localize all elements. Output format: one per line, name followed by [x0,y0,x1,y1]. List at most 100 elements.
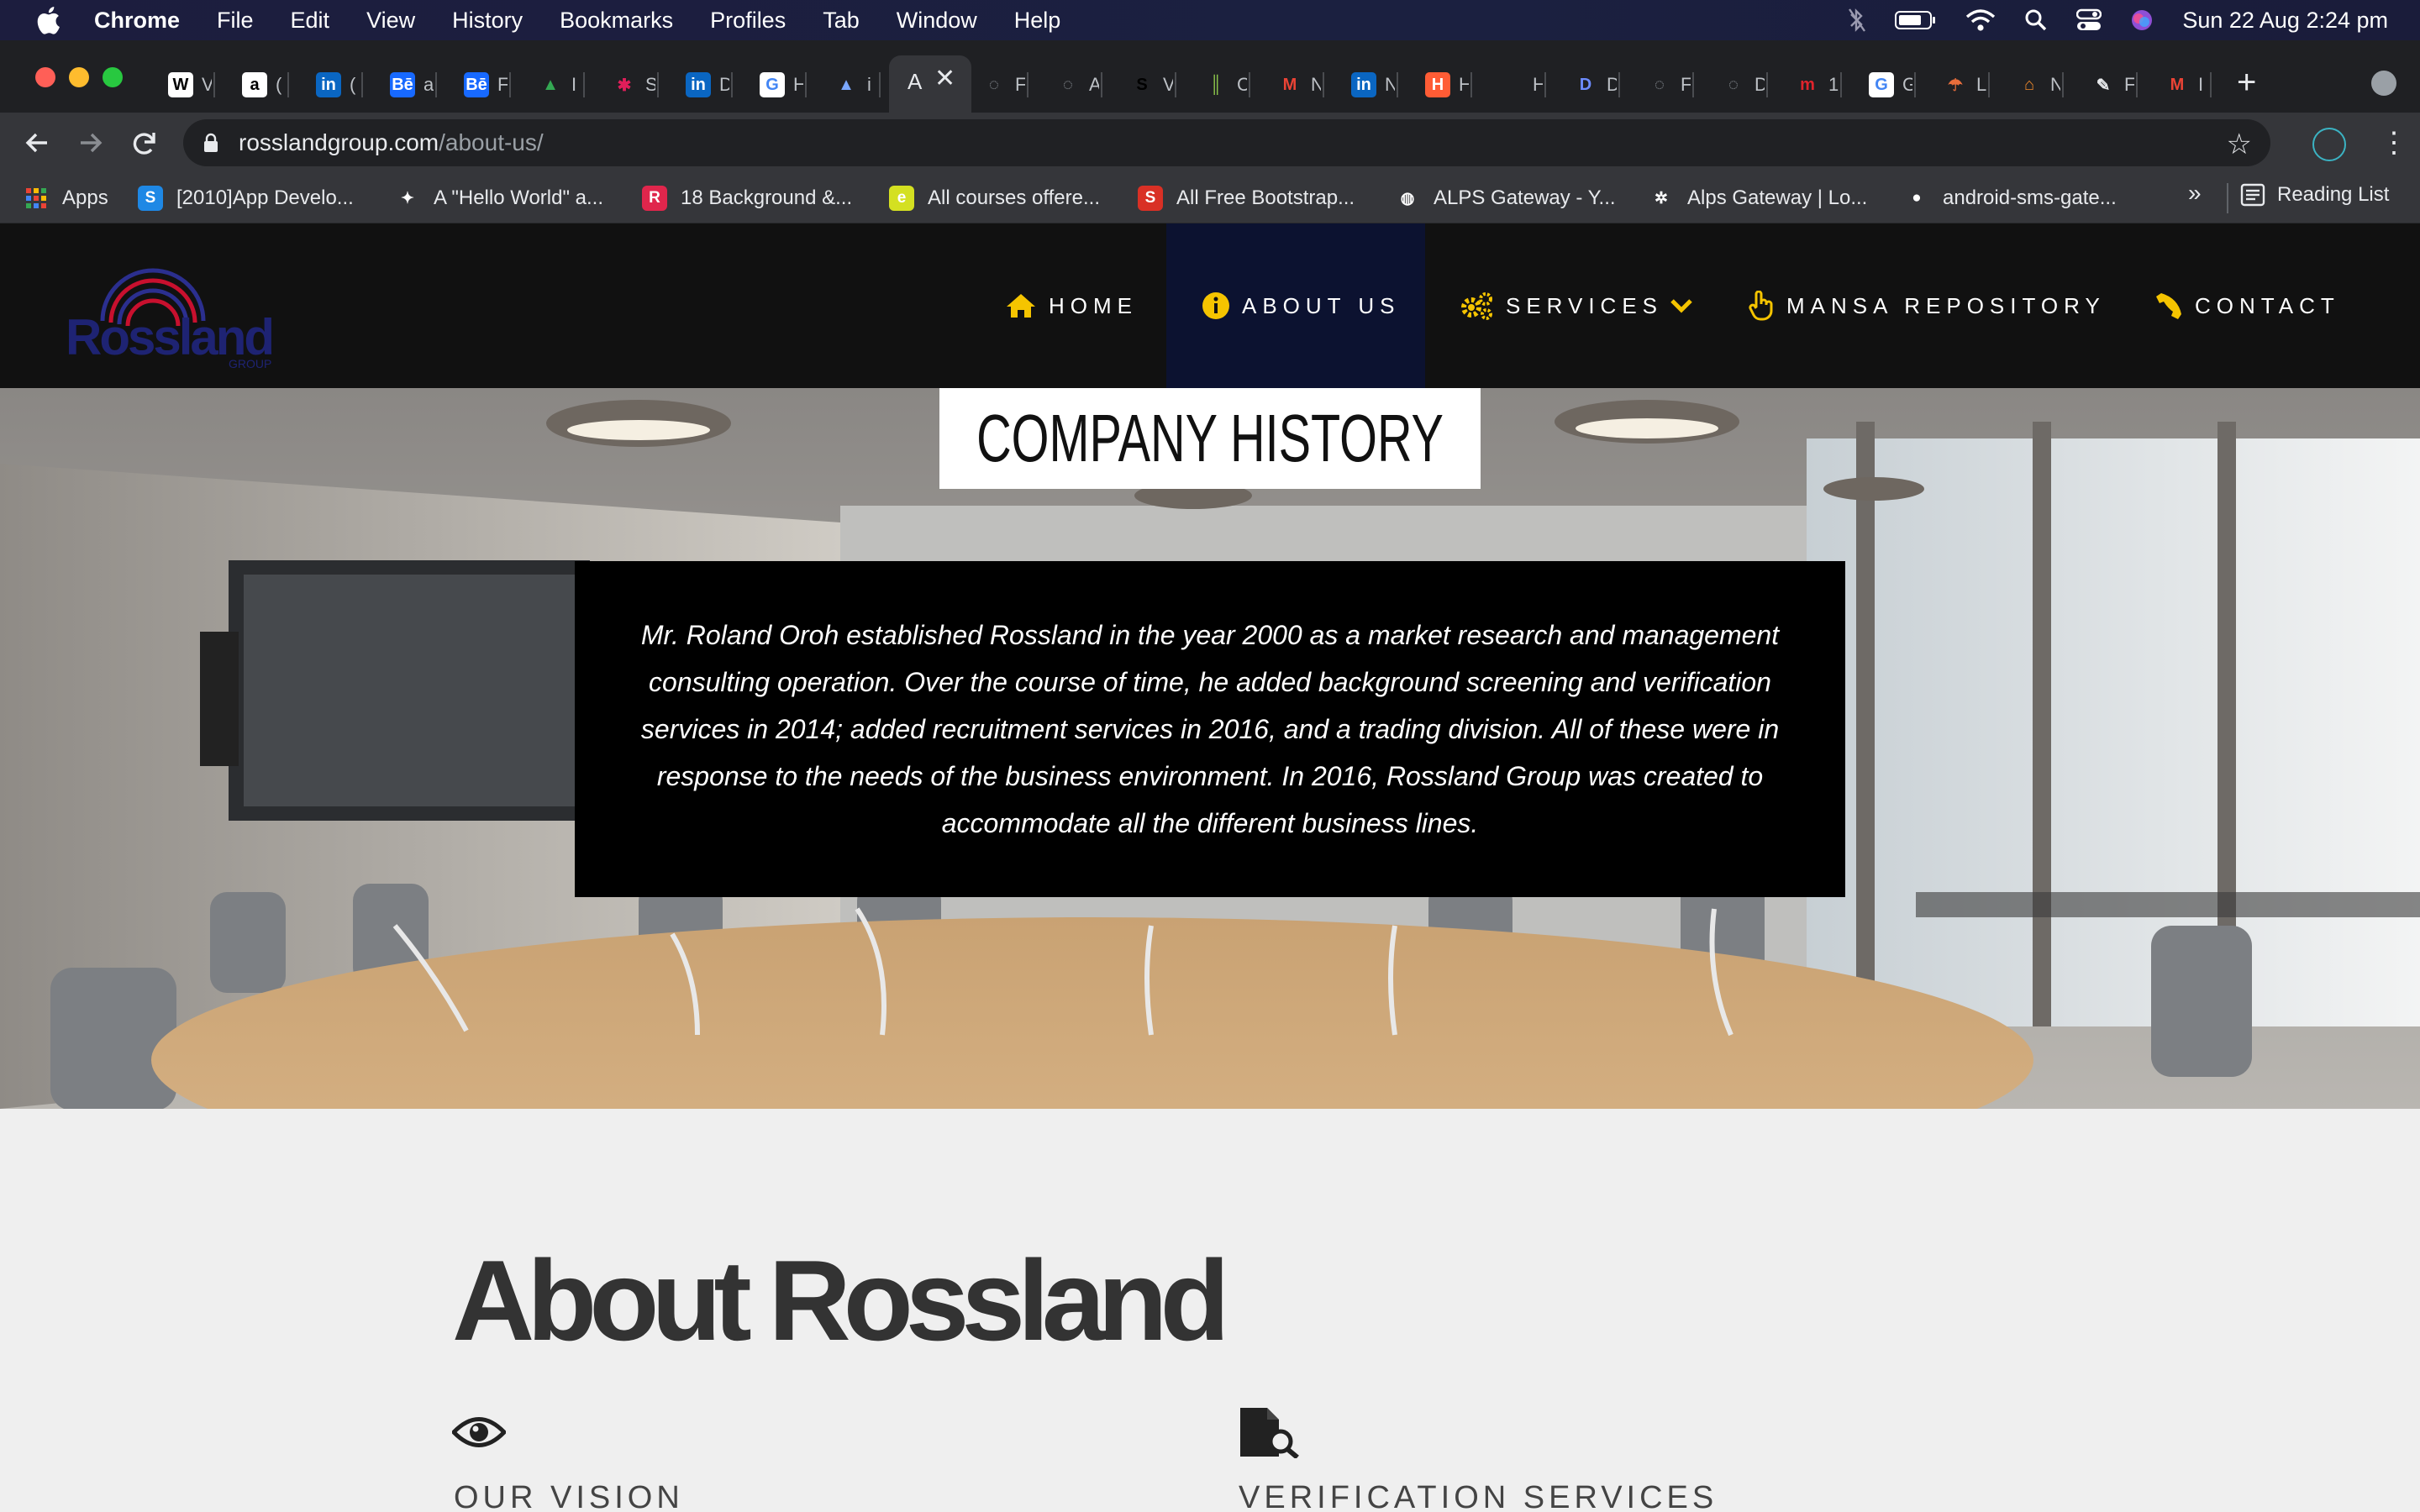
menu-history[interactable]: History [452,8,523,34]
menu-bookmarks[interactable]: Bookmarks [560,8,673,34]
menu-edit[interactable]: Edit [291,8,330,34]
menu-app-name[interactable]: Chrome [94,8,180,34]
tab-behance[interactable]: Bē a [390,62,437,108]
menu-profiles[interactable]: Profiles [710,8,786,34]
umbrella-icon: ☂ [1948,76,1963,95]
bookmark-star-icon[interactable]: ☆ [2227,128,2252,161]
tab-google[interactable]: GG [1869,62,1916,108]
tab-active[interactable]: A ✕ [889,55,971,113]
green-bars-icon: ║ [1209,75,1223,94]
bookmark-item[interactable]: S All Free Bootstrap... [1138,183,1355,213]
active-tab-title: A [908,69,923,94]
bookmark-item[interactable]: ✲ Alps Gateway | Lo... [1649,183,1867,213]
tab-gmail[interactable]: MI [2165,62,2212,108]
tab-globe[interactable]: ◌ F [1647,62,1694,108]
new-tab-button[interactable]: + [2237,64,2256,102]
bookmark-label: 18 Background &... [681,186,853,209]
linkedin-icon: in [316,72,341,97]
extension-icon[interactable] [2312,128,2346,161]
tab-separator [805,72,807,97]
bookmark-item[interactable]: Apps [24,183,108,213]
bookmark-item[interactable]: S [2010]App Develo... [138,183,354,213]
tab-house-app[interactable]: ⌂ N [2017,62,2064,108]
tab-behance[interactable]: Bē F [464,62,511,108]
url-text[interactable]: rosslandgroup.com/about-us/ [239,129,544,156]
close-tab-icon[interactable]: ✕ [934,64,955,93]
nav-home[interactable]: HOME [1005,223,1138,388]
tab-green-bars[interactable]: ║ C [1203,62,1250,108]
bluetooth-off-icon[interactable] [1848,8,1866,33]
bookmark-item[interactable]: ◍ ALPS Gateway - Y... [1395,183,1616,213]
battery-icon[interactable] [1895,9,1937,31]
google-icon: G [760,72,785,97]
back-arrow-icon[interactable] [18,124,55,161]
nav-services[interactable]: SERVICES [1460,223,1705,388]
tab-wikipedia[interactable]: WV [168,62,215,108]
bookmark-label: Alps Gateway | Lo... [1687,186,1868,209]
bookmark-item[interactable]: ● android-sms-gate... [1904,183,2117,213]
url-path: /about-us/ [439,129,544,155]
nav-contact[interactable]: CONTACT [2154,223,2340,388]
globe-icon: ◌ [1728,75,1739,94]
tab-generic-site[interactable]: SV [1129,62,1176,108]
stack-s-icon: S [138,186,163,211]
tab-hubspot[interactable]: HH [1425,62,1472,108]
reading-list-button[interactable]: Reading List [2240,183,2389,207]
rossland-logo[interactable]: Rossland GROUP [60,254,313,371]
tab-title: I [2198,74,2204,95]
tab-linkedin[interactable]: in D [686,62,733,108]
minimize-window-button[interactable] [69,67,89,87]
nav-about-label: ABOUT US [1242,292,1401,318]
browser-menu-icon[interactable]: ⋮ [2380,126,2408,160]
bookmark-item[interactable]: ✦ A "Hello World" a... [395,183,603,213]
tab-search-button[interactable] [2371,71,2396,96]
control-center-icon[interactable] [2076,8,2102,32]
nav-contact-label: CONTACT [2195,292,2340,318]
tab-globe[interactable]: ◌ F [981,62,1028,108]
tab-m-app[interactable]: m1 [1795,62,1842,108]
tab-title: 1 [1828,74,1839,95]
forward-arrow-icon[interactable] [72,124,109,161]
tab-feather[interactable]: ✎ F [2091,62,2138,108]
menu-file[interactable]: File [217,8,254,34]
menu-clock[interactable]: Sun 22 Aug 2:24 pm [2182,8,2388,34]
eye-icon [452,1417,506,1447]
wifi-icon[interactable] [1965,8,1996,32]
nav-mansa-repository[interactable]: MANSA REPOSITORY [1748,223,2106,388]
tab-gmail[interactable]: MN [1277,62,1324,108]
menu-window[interactable]: Window [897,8,977,34]
tab-globe[interactable]: ◌ A [1055,62,1102,108]
tab-google-drive[interactable]: ▲ I [538,62,585,108]
close-window-button[interactable] [35,67,55,87]
menu-tab[interactable]: Tab [823,8,860,34]
tab-linkedin[interactable]: in N [1351,62,1398,108]
tab-d-app[interactable]: DD [1573,62,1620,108]
menu-view[interactable]: View [366,8,415,34]
info-icon [1202,291,1230,320]
apple-icon[interactable] [35,6,60,34]
tab-separator [1323,72,1324,97]
tab-triangle-app[interactable]: ▲ i [834,62,881,108]
tab-amazon[interactable]: a( [242,62,289,108]
siri-icon[interactable] [2130,8,2154,32]
bookmark-item[interactable]: R 18 Background &... [642,183,852,213]
address-bar[interactable]: rosslandgroup.com/about-us/ ☆ [183,119,2270,166]
tab-slack[interactable]: ✱ S [612,62,659,108]
spotlight-search-icon[interactable] [2024,8,2048,32]
reload-icon[interactable] [126,124,163,161]
tab-google[interactable]: GH [760,62,807,108]
tab-separator [1840,72,1842,97]
bookmark-item[interactable]: e All courses offere... [889,183,1100,213]
bookmarks-overflow-button[interactable]: » [2188,180,2202,207]
tab-globe[interactable]: ◌ D [1721,62,1768,108]
zoom-window-button[interactable] [103,67,123,87]
tab-linkedin[interactable]: in ( [316,62,363,108]
menu-help[interactable]: Help [1014,8,1061,34]
tab-blank[interactable]: H [1499,62,1546,108]
pinwheel-icon: ✲ [1655,189,1668,207]
linkedin-icon: in [686,72,711,97]
nav-about-us[interactable]: ABOUT US [1166,223,1425,388]
tab-umbrella[interactable]: ☂ L [1943,62,1990,108]
lock-icon[interactable] [203,133,218,153]
google-icon: G [1869,72,1894,97]
